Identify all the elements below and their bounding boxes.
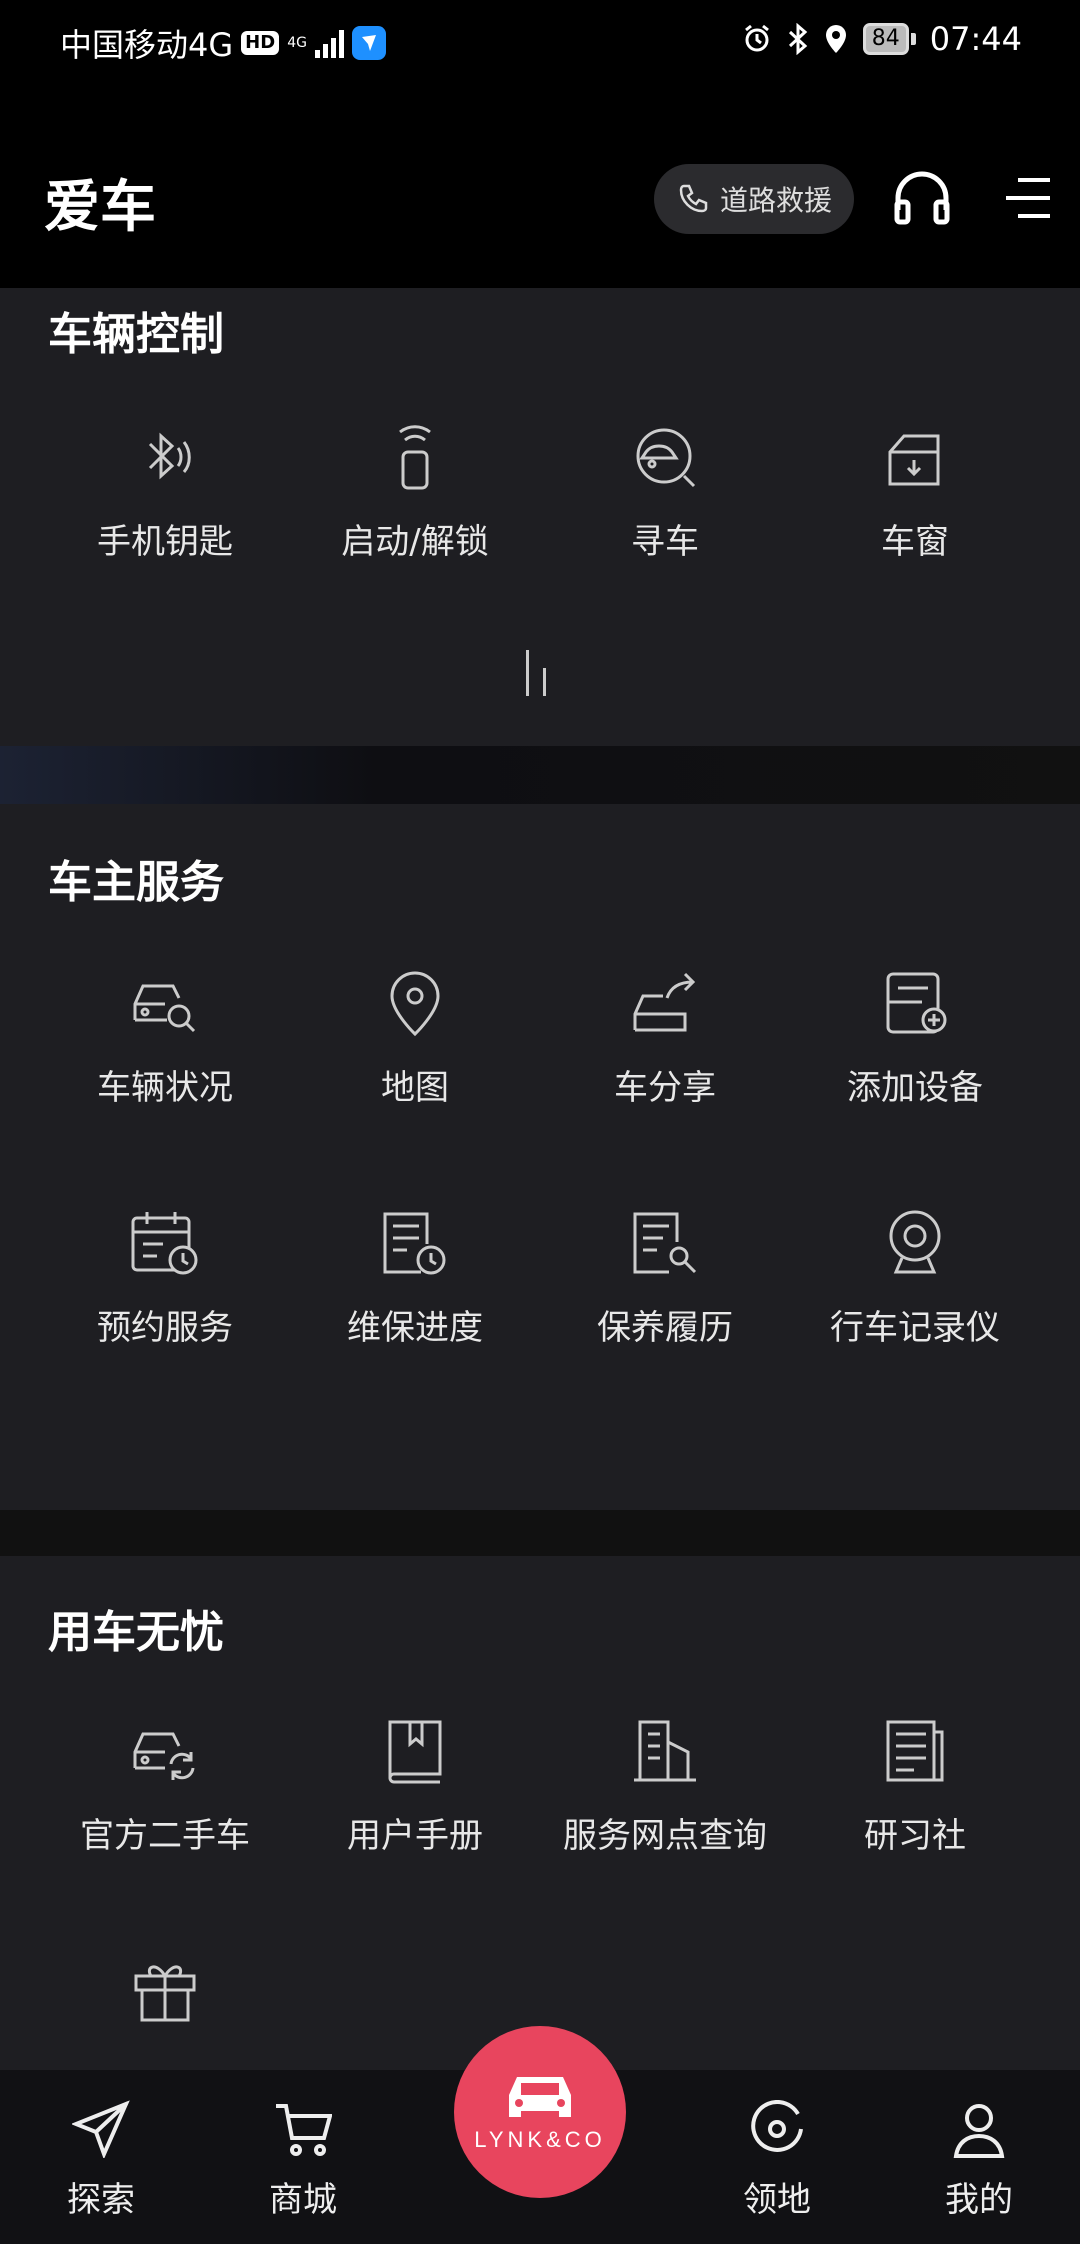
owner-service-panel: 车主服务 车辆状况 地图 车分享 添加设备 预约服务 维保进度 保养履历 行车记… [0, 804, 1080, 1510]
section-divider [0, 1510, 1080, 1556]
article-icon [886, 1720, 944, 1782]
send-icon [72, 2100, 130, 2158]
page-title: 爱车 [44, 175, 156, 240]
menu-icon[interactable] [1004, 176, 1052, 220]
book-icon [388, 1720, 442, 1784]
owner-service-map[interactable]: 地图 [290, 942, 540, 1182]
worry-free-service-outlets[interactable]: 服务网点查询 [540, 1690, 790, 1930]
owner-service-car-share[interactable]: 车分享 [540, 942, 790, 1182]
app-header: 爱车 道路救援 [0, 84, 1080, 288]
tab-explore[interactable]: 探索 [26, 2100, 176, 2221]
vehicle-control-phone-key[interactable]: 手机钥匙 [40, 396, 290, 636]
worry-free-used-car[interactable]: 官方二手车 [40, 1690, 290, 1930]
owner-service-add-device[interactable]: 添加设备 [790, 942, 1040, 1182]
tab-mine[interactable]: 我的 [904, 2100, 1054, 2221]
lynkco-home-button[interactable]: LYNK&CO [454, 2026, 626, 2198]
tab-territory[interactable]: 领地 [702, 2100, 852, 2221]
dashcam-icon [889, 1210, 941, 1274]
headset-icon[interactable] [892, 170, 952, 226]
vehicle-control-panel: 车辆控制 手机钥匙 启动/解锁 寻车 车窗 [0, 288, 1080, 746]
status-bar: 中国移动4G HD 4G 84 07:44 [0, 0, 1080, 84]
owner-service-maintenance-progress[interactable]: 维保进度 [290, 1182, 540, 1422]
owner-service-dashcam[interactable]: 行车记录仪 [790, 1182, 1040, 1422]
target-icon [751, 2100, 803, 2152]
document-clock-icon [383, 1212, 446, 1275]
worry-free-study-club[interactable]: 研习社 [790, 1690, 1040, 1930]
network-type: 4G [287, 35, 307, 51]
vehicle-control-start-unlock[interactable]: 启动/解锁 [290, 396, 540, 636]
worry-free-panel: 用车无忧 官方二手车 用户手册 服务网点查询 研习社 [0, 1556, 1080, 2070]
signal-icon [314, 28, 344, 58]
remote-fob-icon [399, 425, 431, 490]
battery-icon: 84 [862, 23, 916, 55]
car-front-icon [509, 2077, 571, 2117]
road-rescue-button[interactable]: 道路救援 [654, 164, 854, 234]
vehicle-control-find-car[interactable]: 寻车 [540, 396, 790, 636]
carrier-text: 中国移动4G [60, 26, 234, 64]
app-notification-icon [351, 26, 386, 60]
bluetooth-icon [788, 23, 808, 55]
building-icon [634, 1720, 696, 1782]
add-device-icon [886, 972, 947, 1034]
car-window-icon [888, 434, 940, 486]
calendar-clock-icon [131, 1212, 198, 1275]
document-wrench-icon [633, 1212, 697, 1274]
clock: 07:44 [929, 20, 1022, 58]
person-icon [953, 2104, 1005, 2158]
section-title-worry-free: 用车无忧 [48, 1607, 224, 1658]
car-search-icon [133, 984, 196, 1033]
brand-logo-text: LYNK&CO [474, 2127, 606, 2152]
road-rescue-label: 道路救援 [719, 184, 832, 217]
owner-service-maintenance-history[interactable]: 保养履历 [540, 1182, 790, 1422]
map-pin-icon [390, 971, 440, 1037]
owner-service-appointment[interactable]: 预约服务 [40, 1182, 290, 1422]
owner-service-vehicle-status[interactable]: 车辆状况 [40, 942, 290, 1182]
section-divider [0, 746, 1080, 804]
location-icon [825, 25, 846, 53]
section-title-owner-service: 车主服务 [48, 857, 224, 908]
worry-free-user-manual[interactable]: 用户手册 [290, 1690, 540, 1930]
alarm-icon [744, 24, 769, 52]
cart-icon [276, 2104, 332, 2156]
tab-mall[interactable]: 商城 [228, 2100, 378, 2221]
bluetooth-key-icon [148, 432, 191, 480]
gift-icon [134, 1965, 196, 2022]
page-indicator [526, 650, 546, 696]
car-share-icon [633, 972, 696, 1032]
phone-icon [679, 184, 708, 213]
vehicle-control-window[interactable]: 车窗 [790, 396, 1040, 636]
car-refresh-icon [133, 1732, 195, 1780]
hd-badge: HD [241, 31, 280, 55]
find-car-icon [636, 428, 696, 488]
section-title-vehicle-control: 车辆控制 [48, 309, 224, 360]
